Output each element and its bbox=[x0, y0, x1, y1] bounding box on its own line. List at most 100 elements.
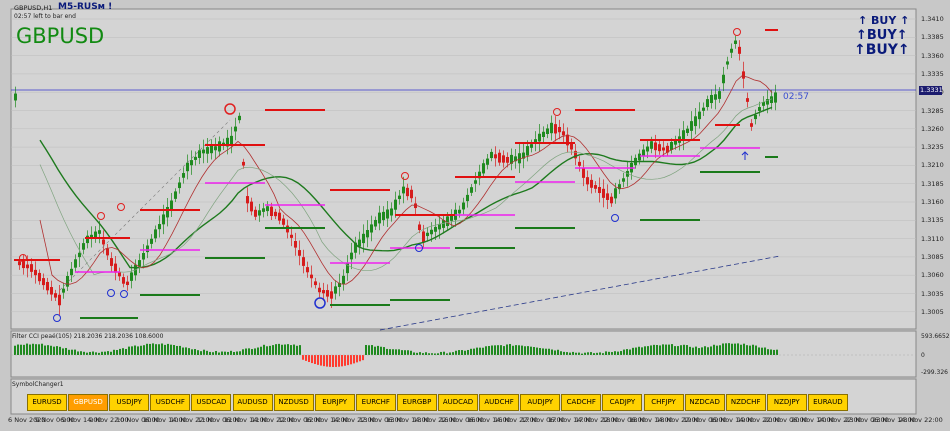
cci-bar bbox=[641, 347, 643, 355]
buy-signal-3: ↑BUY↑ bbox=[854, 42, 910, 58]
candle-body bbox=[690, 121, 693, 131]
price-tick-label: 1.3060 bbox=[921, 271, 944, 280]
candle-body bbox=[538, 133, 541, 142]
symbol-button-gbpusd[interactable]: GBPUSD bbox=[68, 394, 109, 411]
cci-bar bbox=[647, 346, 649, 355]
symbol-button-cadjpy[interactable]: CADJPY bbox=[602, 394, 643, 411]
chart-title: GBPUSD,H1 bbox=[14, 4, 53, 12]
cci-bar bbox=[269, 345, 271, 355]
cci-bar bbox=[536, 347, 538, 355]
symbol-button-eurgbp[interactable]: EURGBP bbox=[396, 394, 437, 411]
symbol-button-nzdcad[interactable]: NZDCAD bbox=[684, 394, 725, 411]
cci-bar bbox=[329, 355, 331, 367]
symbol-button-nzdchf[interactable]: NZDCHF bbox=[725, 394, 766, 411]
candle-body bbox=[402, 186, 405, 194]
candle-body bbox=[14, 93, 17, 101]
cci-bar bbox=[773, 349, 775, 355]
cci-bar bbox=[224, 351, 226, 355]
cci-bar bbox=[359, 355, 361, 362]
symbol-button-eurchf[interactable]: EURCHF bbox=[355, 394, 396, 411]
candle-body bbox=[650, 141, 653, 149]
candle-body bbox=[570, 143, 573, 150]
cci-bar bbox=[473, 348, 475, 355]
cci-bar bbox=[470, 348, 472, 355]
price-tick-label: 1.3260 bbox=[921, 124, 944, 133]
candle-body bbox=[178, 182, 181, 189]
candle-body bbox=[118, 272, 121, 277]
symbol-button-usdchf[interactable]: USDCHF bbox=[150, 394, 191, 411]
candle-body bbox=[106, 248, 109, 256]
candle-body bbox=[274, 211, 277, 217]
cci-bar bbox=[320, 355, 322, 366]
cci-bar bbox=[284, 344, 286, 355]
candle-body bbox=[258, 210, 261, 216]
candle-body bbox=[430, 229, 433, 235]
cci-bar bbox=[629, 349, 631, 355]
symbol-button-nzdjpy[interactable]: NZDJPY bbox=[766, 394, 807, 411]
cci-bar bbox=[539, 348, 541, 355]
price-tick-label: 1.3410 bbox=[921, 15, 944, 23]
candle-body bbox=[470, 187, 473, 193]
cci-bar bbox=[722, 343, 724, 355]
candle-body bbox=[46, 281, 49, 291]
candle-body bbox=[170, 200, 173, 210]
chart-canvas[interactable] bbox=[0, 0, 950, 431]
indicator-axis-mid: 0 bbox=[921, 352, 925, 359]
symbol-button-cadchf[interactable]: CADCHF bbox=[561, 394, 602, 411]
cci-bar bbox=[83, 351, 85, 355]
symbol-button-audchf[interactable]: AUDCHF bbox=[479, 394, 520, 411]
cci-bar bbox=[146, 343, 148, 355]
candle-body bbox=[110, 258, 113, 266]
candle-body bbox=[462, 202, 465, 210]
cci-bar bbox=[659, 345, 661, 355]
candle-body bbox=[714, 94, 717, 100]
candle-body bbox=[490, 151, 493, 159]
cci-bar bbox=[743, 343, 745, 355]
cci-bar bbox=[716, 345, 718, 355]
cci-bar bbox=[581, 353, 583, 355]
cci-bar bbox=[287, 344, 289, 355]
symbol-button-chfjpy[interactable]: CHFJPY bbox=[643, 394, 684, 411]
cci-bar bbox=[206, 350, 208, 355]
candle-body bbox=[658, 144, 661, 152]
cci-bar bbox=[53, 346, 55, 355]
cci-bar bbox=[176, 345, 178, 355]
cci-bar bbox=[497, 345, 499, 355]
symbol-button-eurjpy[interactable]: EURJPY bbox=[314, 394, 355, 411]
price-tick-label: 1.3185 bbox=[921, 179, 944, 188]
cci-bar bbox=[569, 352, 571, 355]
cci-bar bbox=[677, 346, 679, 355]
symbol-button-usdjpy[interactable]: USDJPY bbox=[109, 394, 150, 411]
cci-bar bbox=[764, 347, 766, 355]
cci-bar bbox=[395, 349, 397, 355]
candle-body bbox=[70, 268, 73, 276]
cci-bar bbox=[263, 344, 265, 355]
cci-bar bbox=[494, 345, 496, 355]
candle-body bbox=[82, 243, 85, 250]
candle-body bbox=[654, 142, 657, 151]
symbol-button-audusd[interactable]: AUDUSD bbox=[232, 394, 273, 411]
cci-bar bbox=[461, 350, 463, 355]
candle-body bbox=[182, 173, 185, 178]
cci-bar bbox=[431, 353, 433, 355]
candle-body bbox=[294, 241, 297, 248]
symbol-title: GBPUSD bbox=[16, 24, 105, 48]
cci-bar bbox=[440, 351, 442, 355]
symbol-button-nzdusd[interactable]: NZDUSD bbox=[273, 394, 314, 411]
cci-bar bbox=[503, 346, 505, 355]
cci-bar bbox=[305, 355, 307, 361]
cci-bar bbox=[344, 355, 346, 366]
cci-bar bbox=[671, 344, 673, 355]
cci-bar bbox=[158, 344, 160, 355]
symbol-button-audjpy[interactable]: AUDJPY bbox=[520, 394, 561, 411]
symbol-button-usdcad[interactable]: USDCAD bbox=[191, 394, 232, 411]
candle-body bbox=[418, 224, 421, 231]
candle-body bbox=[746, 98, 749, 102]
candle-body bbox=[362, 233, 365, 244]
candle-body bbox=[722, 74, 725, 84]
symbol-button-eurusd[interactable]: EURUSD bbox=[27, 394, 67, 411]
cci-bar bbox=[290, 345, 292, 355]
symbol-button-audcad[interactable]: AUDCAD bbox=[438, 394, 478, 411]
symbol-button-euraud[interactable]: EURAUD bbox=[807, 394, 848, 411]
cci-bar bbox=[311, 355, 313, 364]
